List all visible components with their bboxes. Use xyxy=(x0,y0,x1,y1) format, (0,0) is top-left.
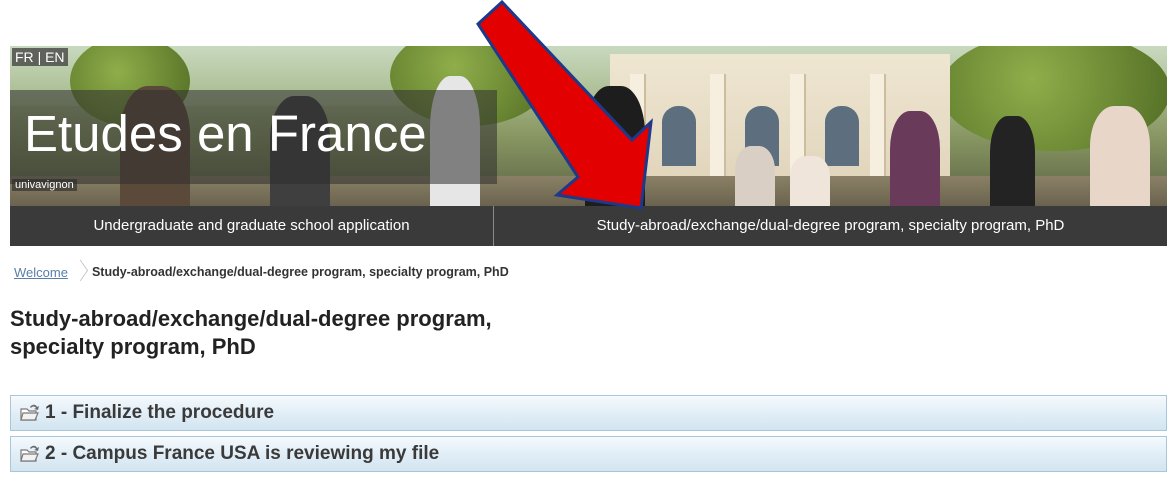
banner-person xyxy=(790,156,830,206)
header-banner: FR | EN Etudes en France univavignon xyxy=(10,46,1167,206)
step-finalize-procedure[interactable]: 1 - Finalize the procedure xyxy=(10,395,1167,431)
institution-logo: univavignon xyxy=(12,179,77,191)
site-title: Etudes en France xyxy=(24,105,427,162)
banner-person xyxy=(990,116,1035,206)
breadcrumb-home-link[interactable]: Welcome xyxy=(14,265,68,280)
banner-person xyxy=(735,146,775,206)
step-label: 1 - Finalize the procedure xyxy=(45,402,275,423)
nav-item-study-abroad[interactable]: Study-abroad/exchange/dual-degree progra… xyxy=(494,206,1167,246)
page-title-line2: specialty program, PhD xyxy=(10,334,256,359)
page-title: Study-abroad/exchange/dual-degree progra… xyxy=(10,305,810,361)
banner-person xyxy=(585,86,645,206)
nav-item-undergraduate[interactable]: Undergraduate and graduate school applic… xyxy=(10,206,494,246)
breadcrumb-separator-icon xyxy=(74,262,84,282)
step-label: 2 - Campus France USA is reviewing my fi… xyxy=(45,443,440,464)
page-title-line1: Study-abroad/exchange/dual-degree progra… xyxy=(10,306,492,331)
main-nav: Undergraduate and graduate school applic… xyxy=(10,206,1167,246)
breadcrumb-current: Study-abroad/exchange/dual-degree progra… xyxy=(91,265,509,279)
banner-person xyxy=(1090,106,1150,206)
breadcrumb: Welcome Study-abroad/exchange/dual-degre… xyxy=(14,262,509,282)
folder-arrow-icon xyxy=(20,404,39,421)
step-campus-france-review[interactable]: 2 - Campus France USA is reviewing my fi… xyxy=(10,436,1167,472)
folder-arrow-icon xyxy=(20,445,39,462)
banner-person xyxy=(890,111,940,206)
lang-separator: | xyxy=(37,49,42,65)
language-switcher: FR | EN xyxy=(12,48,68,66)
lang-fr-link[interactable]: FR xyxy=(15,49,34,65)
lang-en-link[interactable]: EN xyxy=(45,49,64,65)
